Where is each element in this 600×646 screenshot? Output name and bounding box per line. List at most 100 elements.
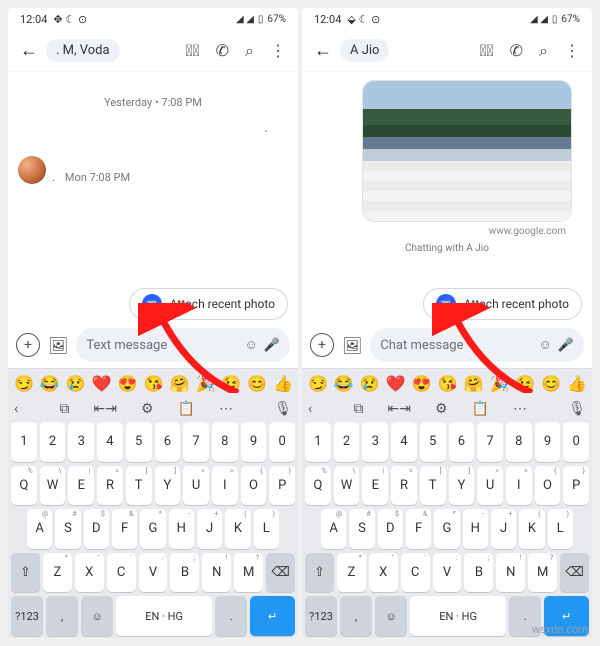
video-call-icon[interactable]: ▢⃝: [185, 41, 199, 61]
comma-key[interactable]: ,: [46, 596, 78, 636]
battery-icon: ▯: [552, 14, 558, 25]
battery-pct: 67%: [267, 14, 286, 25]
shift-key[interactable]: ⇧: [11, 553, 40, 593]
key-0[interactable]: 0: [269, 422, 295, 462]
conversation-area: Yesterday • 7:08 PM . . Mon 7:08 PM: [8, 72, 298, 282]
message-time: Mon 7:08 PM: [65, 171, 130, 184]
letter-row-2: @A#S$D&F*G-H+J(K)L: [11, 509, 295, 549]
back-arrow-icon[interactable]: ←: [310, 36, 336, 65]
key-2[interactable]: 2: [40, 422, 66, 462]
key-5[interactable]: 5: [126, 422, 152, 462]
more-menu-icon[interactable]: ⋮: [564, 41, 580, 61]
key-7[interactable]: 7: [183, 422, 209, 462]
gallery-icon[interactable]: 🖼: [48, 336, 68, 355]
back-arrow-icon[interactable]: ←: [16, 36, 42, 65]
gif-icon[interactable]: ⧉: [59, 401, 69, 417]
number-row: 1234567890: [305, 422, 589, 462]
symbols-key[interactable]: ?123: [11, 596, 43, 636]
avatar[interactable]: [18, 156, 46, 184]
keyboard-toolbar: ‹ ⧉ ⇤⇥ ⚙ 📋 ⋯ 🎙: [8, 398, 298, 420]
clock: 12:04: [314, 13, 341, 26]
message-dot: .: [18, 117, 288, 136]
comma-key[interactable]: ,: [340, 596, 372, 636]
search-icon[interactable]: ⌕: [245, 41, 254, 61]
status-bar: 12:04 ⬙ ☾ ⊙ ◢ ◢ ▯ 67%: [302, 8, 592, 30]
clipboard-icon[interactable]: 📋: [178, 401, 195, 417]
more-menu-icon[interactable]: ⋮: [270, 41, 286, 61]
settings-icon[interactable]: ⚙: [141, 401, 154, 417]
battery-icon: ▯: [258, 14, 264, 25]
link-preview-card[interactable]: [362, 80, 572, 222]
more-icon[interactable]: ⋯: [513, 401, 527, 417]
input-placeholder: Chat message: [380, 338, 463, 353]
key-8[interactable]: 8: [212, 422, 238, 462]
space-key[interactable]: EN · HG: [116, 596, 212, 636]
cursor-icon[interactable]: ⇤⇥: [387, 401, 410, 417]
gallery-icon[interactable]: 🖼: [342, 336, 362, 355]
keyboard: 😏😂😢❤️😍😘🤗🎉😉😊👍 ‹ ⧉ ⇤⇥ ⚙ 📋 ⋯ 🎙 1234567890 %…: [302, 368, 592, 638]
add-button[interactable]: +: [16, 333, 40, 357]
bottom-row: ?123 , ☺ EN · HG . ↵: [11, 596, 295, 636]
gif-icon[interactable]: ⧉: [353, 401, 363, 417]
phone-left: 12:04 ✥ ☾ ⊙ ◢ ◢ ▯ 67% ← . M, Voda ▢⃝ ✆ ⌕…: [8, 8, 298, 638]
emoji-icon[interactable]: ☺: [539, 337, 552, 353]
more-icon[interactable]: ⋯: [219, 401, 233, 417]
key-9[interactable]: 9: [241, 422, 267, 462]
photo-icon: ▣: [436, 294, 456, 314]
mic-key-icon[interactable]: 🎙: [568, 401, 586, 417]
clock: 12:04: [20, 13, 47, 26]
add-button[interactable]: +: [310, 333, 334, 357]
conversation-header: ← A Jio ▢⃝ ✆ ⌕ ⋮: [302, 30, 592, 72]
chevron-left-icon[interactable]: ‹: [14, 401, 18, 417]
letter-row-1: %Q\W|E=R[T]Y<U>I{O}P: [11, 466, 295, 506]
backspace-key[interactable]: ⌫: [266, 553, 295, 593]
emoji-key[interactable]: ☺: [375, 596, 407, 636]
mic-icon[interactable]: 🎤: [264, 338, 280, 353]
backspace-key[interactable]: ⌫: [560, 553, 589, 593]
status-bar: 12:04 ✥ ☾ ⊙ ◢ ◢ ▯ 67%: [8, 8, 298, 30]
message-input[interactable]: Text message ☺ 🎤: [76, 328, 290, 362]
settings-icon[interactable]: ⚙: [435, 401, 448, 417]
phone-call-icon[interactable]: ✆: [216, 41, 229, 61]
chevron-left-icon[interactable]: ‹: [308, 401, 312, 417]
status-icons: ✥ ☾ ⊙: [53, 13, 87, 26]
mic-key-icon[interactable]: 🎙: [274, 401, 292, 417]
phone-call-icon[interactable]: ✆: [510, 41, 523, 61]
emoji-key[interactable]: ☺: [81, 596, 113, 636]
symbols-key[interactable]: ?123: [305, 596, 337, 636]
key-6[interactable]: 6: [155, 422, 181, 462]
video-call-icon[interactable]: ▢⃝: [479, 41, 493, 61]
phone-right: 12:04 ⬙ ☾ ⊙ ◢ ◢ ▯ 67% ← A Jio ▢⃝ ✆ ⌕ ⋮ w…: [302, 8, 592, 638]
clipboard-icon[interactable]: 📋: [472, 401, 489, 417]
enter-key[interactable]: ↵: [250, 596, 295, 636]
key-3[interactable]: 3: [68, 422, 94, 462]
space-key[interactable]: EN · HG: [410, 596, 506, 636]
shift-key[interactable]: ⇧: [305, 553, 334, 593]
message-input[interactable]: Chat message ☺ 🎤: [370, 328, 584, 362]
attach-photo-chip[interactable]: ▣ Attach recent photo: [129, 288, 288, 320]
conversation-area: www.google.com Chatting with A Jio: [302, 72, 592, 282]
timestamp: Yesterday • 7:08 PM: [18, 96, 288, 109]
status-icons: ⬙ ☾ ⊙: [347, 13, 380, 26]
signal-icon: ◢ ◢: [530, 14, 548, 25]
keyboard-toolbar: ‹ ⧉ ⇤⇥ ⚙ 📋 ⋯ 🎙: [302, 398, 592, 420]
input-placeholder: Text message: [86, 338, 167, 353]
letter-row-2: @A#S$D&F*G-H+J(K)L: [305, 509, 589, 549]
conversation-header: ← . M, Voda ▢⃝ ✆ ⌕ ⋮: [8, 30, 298, 72]
emoji-suggestion-row[interactable]: 😏😂😢❤️😍😘🤗🎉😉😊👍: [8, 369, 298, 398]
chatting-with-label: Chatting with A Jio: [312, 243, 582, 254]
battery-pct: 67%: [561, 14, 580, 25]
attach-photo-chip[interactable]: ▣ Attach recent photo: [423, 288, 582, 320]
number-row: 1234567890: [11, 422, 295, 462]
emoji-suggestion-row[interactable]: 😏😂😢❤️😍😘🤗🎉😉😊👍: [302, 369, 592, 398]
contact-chip[interactable]: A Jio: [340, 39, 389, 62]
link-url: www.google.com: [312, 224, 582, 237]
contact-chip[interactable]: . M, Voda: [46, 39, 120, 62]
emoji-icon[interactable]: ☺: [245, 337, 258, 353]
mic-icon[interactable]: 🎤: [558, 338, 574, 353]
period-key[interactable]: .: [215, 596, 247, 636]
key-1[interactable]: 1: [11, 422, 37, 462]
search-icon[interactable]: ⌕: [539, 41, 548, 61]
cursor-icon[interactable]: ⇤⇥: [93, 401, 116, 417]
key-4[interactable]: 4: [97, 422, 123, 462]
